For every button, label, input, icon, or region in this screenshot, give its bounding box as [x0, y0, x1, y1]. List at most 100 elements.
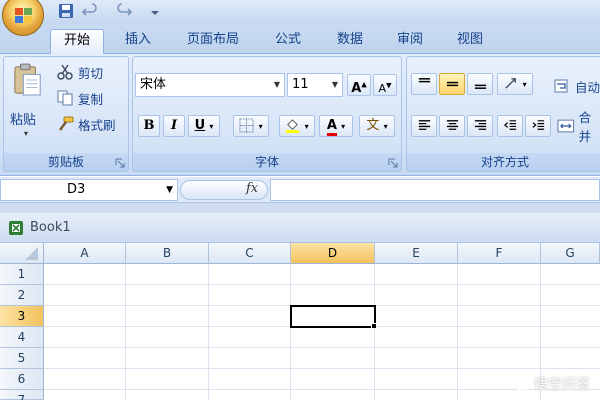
fill-color-icon [286, 119, 300, 133]
font-size-dropdown-icon[interactable]: ▼ [328, 74, 342, 96]
row-header-2[interactable]: 2 [0, 285, 44, 306]
underline-button[interactable]: U ▾ [188, 115, 220, 137]
tab-page-layout[interactable]: 页面布局 [176, 29, 250, 54]
cut-label: 剪切 [78, 65, 104, 81]
undo-icon[interactable] [82, 3, 98, 19]
customize-qat-icon[interactable] [150, 3, 160, 19]
wrap-text-button[interactable]: 自动 [553, 75, 600, 97]
align-left-icon [418, 120, 430, 130]
align-center-icon [446, 120, 458, 130]
watermark-logo-icon [515, 377, 529, 391]
select-all-button[interactable] [0, 243, 44, 264]
borders-button[interactable]: ▾ [233, 115, 269, 137]
column-header-e[interactable]: E [375, 243, 458, 264]
fill-color-button[interactable]: ▾ [279, 115, 315, 137]
bold-button[interactable]: B [138, 115, 160, 137]
decrease-indent-icon [503, 120, 516, 130]
row-header-7[interactable]: 7 [0, 390, 44, 400]
tab-insert[interactable]: 插入 [114, 29, 162, 54]
decrease-indent-button[interactable] [497, 115, 523, 137]
formula-input[interactable] [270, 179, 600, 201]
align-top-icon [418, 78, 430, 83]
increase-indent-button[interactable] [525, 115, 551, 137]
align-bottom-icon [474, 84, 486, 89]
tab-home[interactable]: 开始 [50, 29, 104, 54]
column-header-c[interactable]: C [209, 243, 291, 264]
font-name-dropdown-icon[interactable]: ▼ [270, 74, 284, 96]
align-middle-icon [446, 81, 458, 87]
align-top-button[interactable] [411, 73, 437, 95]
font-group-label: 字体 [133, 153, 401, 171]
tab-formulas[interactable]: 公式 [264, 29, 312, 54]
row-header-6[interactable]: 6 [0, 369, 44, 390]
italic-button[interactable]: I [163, 115, 185, 137]
paste-button[interactable]: 粘贴 ▾ [8, 61, 48, 147]
merge-center-button[interactable]: 合并 [557, 110, 600, 144]
row-header-3[interactable]: 3 [0, 306, 44, 327]
cut-button[interactable]: 剪切 [56, 61, 103, 83]
align-right-button[interactable] [467, 115, 493, 137]
shrink-font-icon: A▼ [378, 81, 392, 95]
shrink-font-button[interactable]: A▼ [373, 74, 397, 96]
fill-handle[interactable] [371, 323, 377, 329]
copy-button[interactable]: 复制 [56, 87, 103, 109]
align-left-button[interactable] [411, 115, 437, 137]
select-all-icon [25, 247, 38, 260]
phonetic-button[interactable]: 文 ▾ [359, 115, 395, 137]
active-cell-d3[interactable] [290, 305, 376, 328]
column-header-g[interactable]: G [541, 243, 600, 264]
wrap-text-label: 自动 [575, 79, 600, 95]
font-name-combo[interactable]: 宋体 ▼ [135, 73, 285, 97]
phonetic-dropdown-icon[interactable]: ▾ [384, 122, 388, 131]
wrap-text-icon [554, 79, 568, 93]
row-header-5[interactable]: 5 [0, 348, 44, 369]
insert-function-button[interactable]: fx [246, 181, 258, 196]
tab-review[interactable]: 审阅 [386, 29, 434, 54]
phonetic-label: 文 [366, 118, 380, 133]
name-box-dropdown-icon[interactable]: ▼ [166, 180, 173, 200]
save-icon[interactable] [58, 3, 74, 19]
align-center-button[interactable] [439, 115, 465, 137]
column-header-f[interactable]: F [458, 243, 541, 264]
font-color-label: A [326, 118, 337, 136]
copy-icon [57, 90, 73, 106]
tab-data[interactable]: 数据 [326, 29, 374, 54]
format-painter-label: 格式刷 [78, 117, 116, 133]
font-dialog-launcher-icon[interactable] [388, 158, 398, 168]
orientation-button[interactable]: ▾ [497, 73, 533, 95]
worksheet-grid[interactable]: A B C D E F G 1 2 3 4 5 6 7 悟空问答 [0, 243, 600, 400]
row-header-4[interactable]: 4 [0, 327, 44, 348]
increase-indent-icon [531, 120, 544, 130]
grid-line [44, 284, 600, 285]
underline-label: U [194, 118, 206, 133]
borders-icon [239, 118, 254, 133]
redo-icon[interactable] [116, 3, 132, 19]
align-bottom-button[interactable] [467, 73, 493, 95]
grow-font-button[interactable]: A▲ [347, 74, 371, 96]
paste-label: 粘贴 [10, 113, 37, 128]
merge-center-label: 合并 [578, 110, 592, 144]
row-header-1[interactable]: 1 [0, 264, 44, 285]
paste-dropdown-icon[interactable]: ▾ [24, 129, 28, 138]
font-color-dropdown-icon[interactable]: ▾ [341, 122, 345, 131]
underline-dropdown-icon[interactable]: ▾ [209, 122, 213, 131]
tab-view[interactable]: 视图 [446, 29, 494, 54]
clipboard-group: 粘贴 ▾ 剪切 复制 格式刷 剪贴板 [3, 56, 129, 172]
alignment-group: ▾ 自动 合并 对齐方式 [406, 56, 600, 172]
column-header-d[interactable]: D [291, 243, 375, 264]
font-color-button[interactable]: A ▾ [319, 115, 353, 137]
format-painter-button[interactable]: 格式刷 [56, 113, 116, 135]
alignment-group-label: 对齐方式 [407, 153, 600, 171]
name-box[interactable]: D3 ▼ [0, 179, 178, 201]
orientation-dropdown-icon[interactable]: ▾ [523, 80, 527, 89]
workbook-name: Book1 [30, 220, 71, 235]
column-header-b[interactable]: B [126, 243, 209, 264]
font-group: 宋体 ▼ 11 ▼ A▲ A▼ B I U ▾ ▾ ▾ A ▾ 文 ▾ 字体 [132, 56, 402, 172]
column-header-a[interactable]: A [44, 243, 126, 264]
watermark-text: 悟空问答 [534, 377, 590, 393]
clipboard-dialog-launcher-icon[interactable] [115, 158, 125, 168]
fill-color-dropdown-icon[interactable]: ▾ [305, 122, 309, 131]
font-size-combo[interactable]: 11 ▼ [287, 73, 343, 97]
align-middle-button[interactable] [439, 73, 465, 95]
borders-dropdown-icon[interactable]: ▾ [259, 122, 263, 131]
